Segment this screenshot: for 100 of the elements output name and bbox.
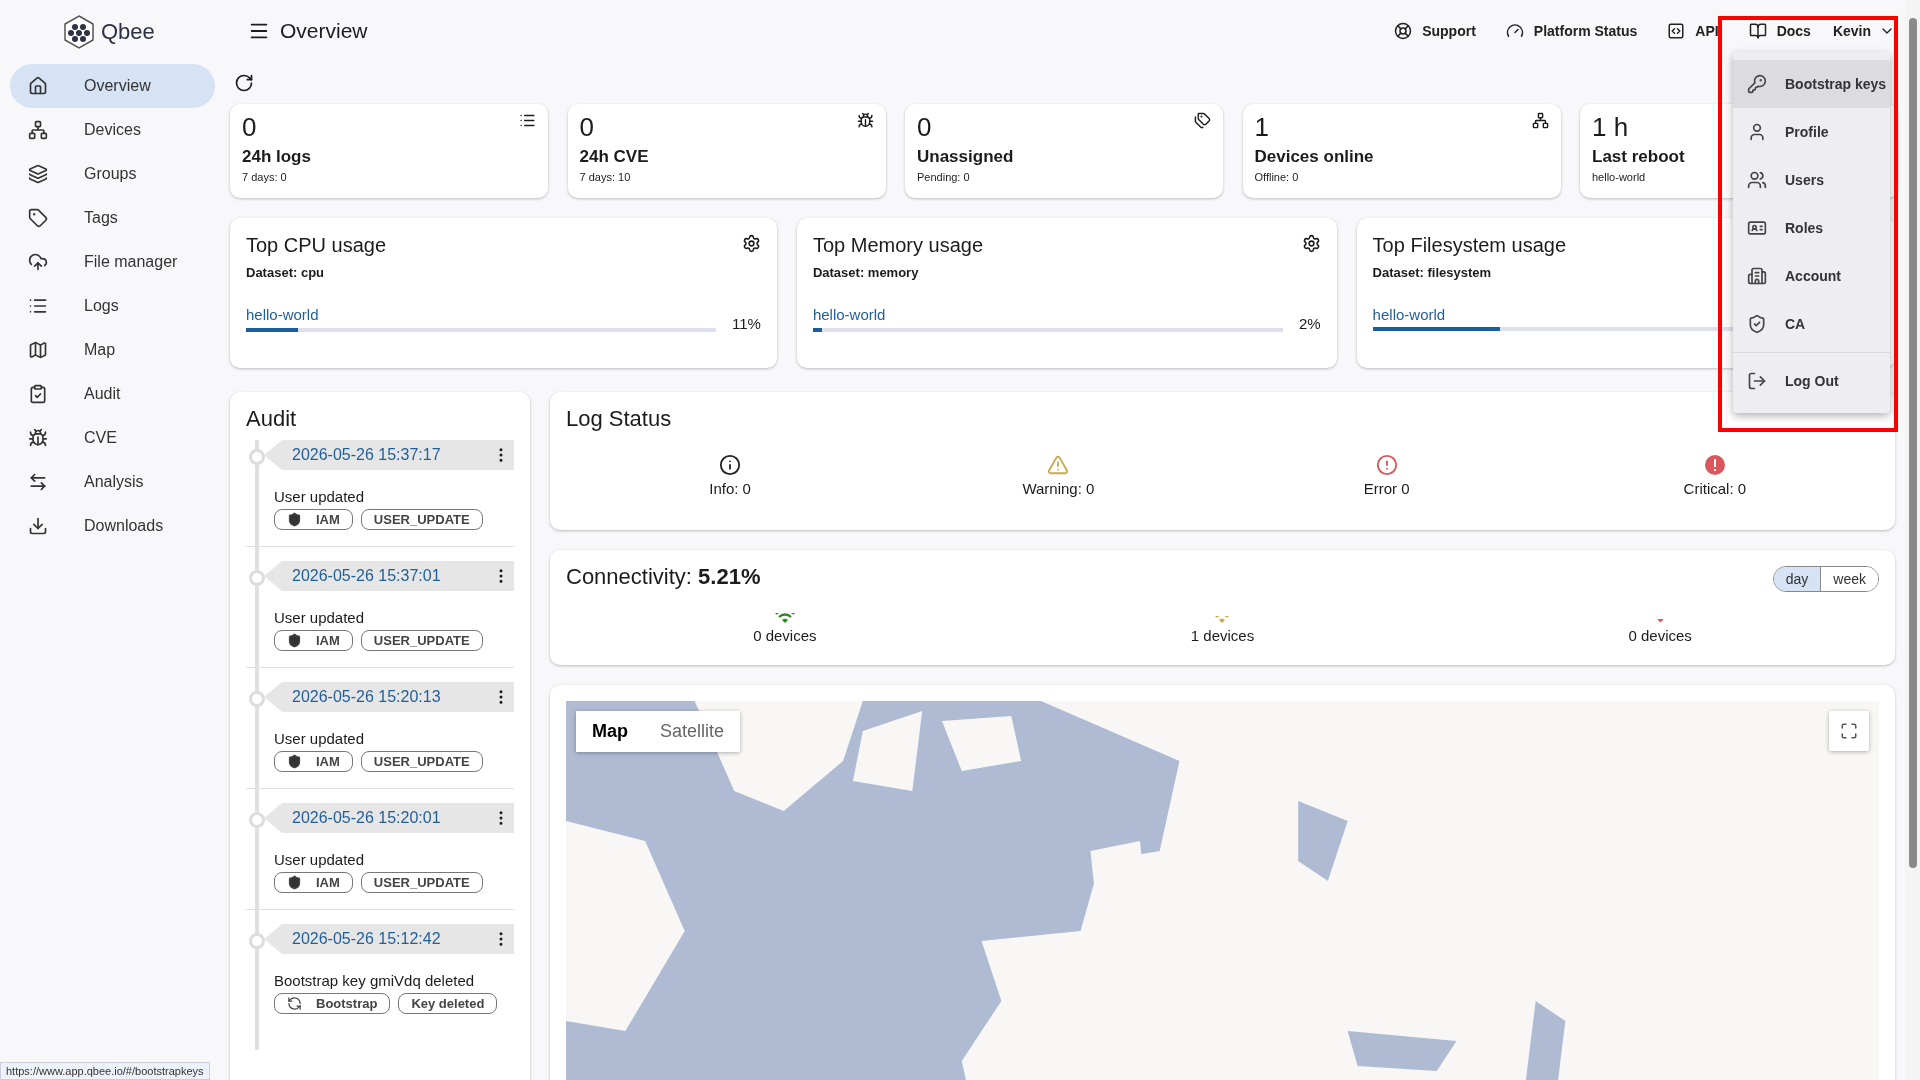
bug-icon — [28, 428, 48, 448]
person-icon — [1747, 122, 1767, 142]
audit-time: 2026-05-26 15:37:01 — [292, 567, 441, 585]
stat-value: 0 — [242, 112, 257, 143]
sidebar-item[interactable]: Downloads — [10, 504, 215, 548]
stat-title: Unassigned — [917, 147, 1014, 167]
audit-text: User updated — [274, 609, 366, 626]
map-type-button[interactable]: Satellite — [644, 711, 741, 752]
wifi-icon — [1215, 615, 1230, 623]
device-link[interactable]: hello-world — [1372, 306, 1446, 323]
book-icon — [1748, 22, 1767, 40]
map-type-button[interactable]: Map — [576, 711, 644, 752]
range-toggle[interactable]: day — [1773, 567, 1821, 591]
device-link[interactable]: hello-world — [246, 306, 319, 323]
audit-text: User updated — [274, 730, 366, 747]
device-link[interactable]: hello-world — [812, 306, 886, 323]
sidebar-item[interactable]: Map — [10, 328, 215, 372]
menu-item[interactable]: Account — [1733, 252, 1890, 300]
usage-reading: 11% — [732, 315, 761, 332]
device-count: 1 devices — [1190, 627, 1255, 644]
log-count: Critical: 0 — [1683, 480, 1747, 497]
sidebar-item[interactable]: CVE — [10, 416, 215, 460]
stat-value: 0 — [917, 112, 932, 143]
audit-tag: USER_UPDATE — [360, 630, 483, 651]
audit-tag: USER_UPDATE — [360, 872, 483, 893]
sidebar-item[interactable]: Groups — [10, 152, 215, 196]
stat-title: 24h CVE — [579, 147, 649, 167]
scrollbar[interactable] — [1905, 0, 1920, 1080]
dataset-label: Dataset: filesystem — [1372, 265, 1492, 280]
menu-item[interactable]: Log Out — [1733, 357, 1890, 405]
audit-text: User updated — [274, 488, 366, 505]
users-icon — [1747, 170, 1767, 190]
gear-icon[interactable] — [741, 234, 761, 253]
dataset-label: Dataset: cpu — [246, 265, 325, 280]
device-count: 0 devices — [753, 627, 817, 644]
list-icon — [519, 112, 536, 129]
usage-reading: 2% — [1298, 315, 1321, 332]
critical-icon — [1703, 454, 1726, 476]
menu-item[interactable]: Profile — [1733, 108, 1890, 156]
log-count: Info: 0 — [709, 480, 751, 497]
fullscreen-button[interactable] — [1829, 711, 1869, 751]
audit-time: 2026-05-26 15:20:13 — [292, 688, 441, 706]
building-icon — [1747, 266, 1767, 286]
home-icon — [28, 76, 48, 96]
page-title: Overview — [280, 19, 368, 43]
sidebar-item[interactable]: Logs — [10, 284, 215, 328]
log-count: Warning: 0 — [1022, 480, 1095, 497]
status-url: https://www.app.qbee.io/#/bootstrapkeys — [0, 1062, 210, 1080]
stat-title: Last reboot — [1592, 147, 1685, 167]
menu-item[interactable]: Bootstrap keys — [1733, 60, 1890, 108]
gear-icon[interactable] — [1301, 234, 1321, 253]
audit-text: Bootstrap key gmiVdq deleted — [274, 972, 476, 989]
sidebar-item[interactable]: File manager — [10, 240, 215, 284]
stat-value: 1 h — [1592, 112, 1629, 143]
cloud-upload-icon — [28, 252, 48, 272]
user-menu-button[interactable]: Kevin — [1832, 23, 1895, 39]
arrows-icon — [28, 472, 48, 492]
map-icon — [28, 340, 48, 360]
tags-icon — [1194, 112, 1211, 129]
menu-item[interactable]: Users — [1733, 156, 1890, 204]
id-card-icon — [1747, 218, 1767, 238]
sidebar-item[interactable]: Devices — [10, 108, 215, 152]
menu-item[interactable]: CA — [1733, 300, 1890, 348]
sidebar-item[interactable]: Overview — [10, 64, 215, 108]
header-link[interactable]: Platform Status — [1505, 22, 1638, 40]
audit-tag: IAM — [274, 872, 353, 893]
shield-icon — [287, 633, 302, 648]
tag-icon — [28, 208, 48, 228]
range-toggle[interactable]: week — [1820, 567, 1878, 591]
gauge-icon — [1505, 22, 1524, 40]
card-title: Audit — [246, 406, 297, 431]
code-icon — [1667, 22, 1686, 40]
download-icon — [28, 516, 48, 536]
wifi-icon — [774, 612, 795, 623]
card-title: Log Status — [566, 406, 672, 431]
sidebar-item[interactable]: Audit — [10, 372, 215, 416]
network-icon — [28, 120, 48, 140]
refresh-icon — [287, 996, 302, 1011]
header-link[interactable]: Support — [1394, 22, 1476, 40]
dataset-label: Dataset: memory — [812, 265, 919, 280]
error-icon — [1375, 454, 1398, 476]
refresh-icon[interactable] — [234, 73, 254, 93]
menu-item[interactable]: Roles — [1733, 204, 1890, 252]
audit-tag: IAM — [274, 751, 353, 772]
audit-tag: USER_UPDATE — [360, 751, 483, 772]
sidebar-item[interactable]: Analysis — [10, 460, 215, 504]
layers-icon — [28, 164, 48, 184]
logo-icon — [63, 15, 95, 49]
network-icon — [1531, 112, 1549, 129]
sidebar-item[interactable]: Tags — [10, 196, 215, 240]
usage-title: Top CPU usage — [246, 234, 387, 257]
header-link[interactable]: API — [1667, 22, 1719, 40]
card-title: Connectivity: 5.21% — [566, 564, 761, 589]
audit-tag: Key deleted — [398, 993, 498, 1014]
header-link[interactable]: Docs — [1748, 22, 1811, 40]
audit-tag: IAM — [274, 630, 353, 651]
audit-tag: IAM — [274, 509, 353, 530]
warning-icon — [1047, 454, 1070, 476]
audit-time: 2026-05-26 15:20:01 — [292, 809, 441, 827]
wifi-icon — [1656, 619, 1664, 623]
